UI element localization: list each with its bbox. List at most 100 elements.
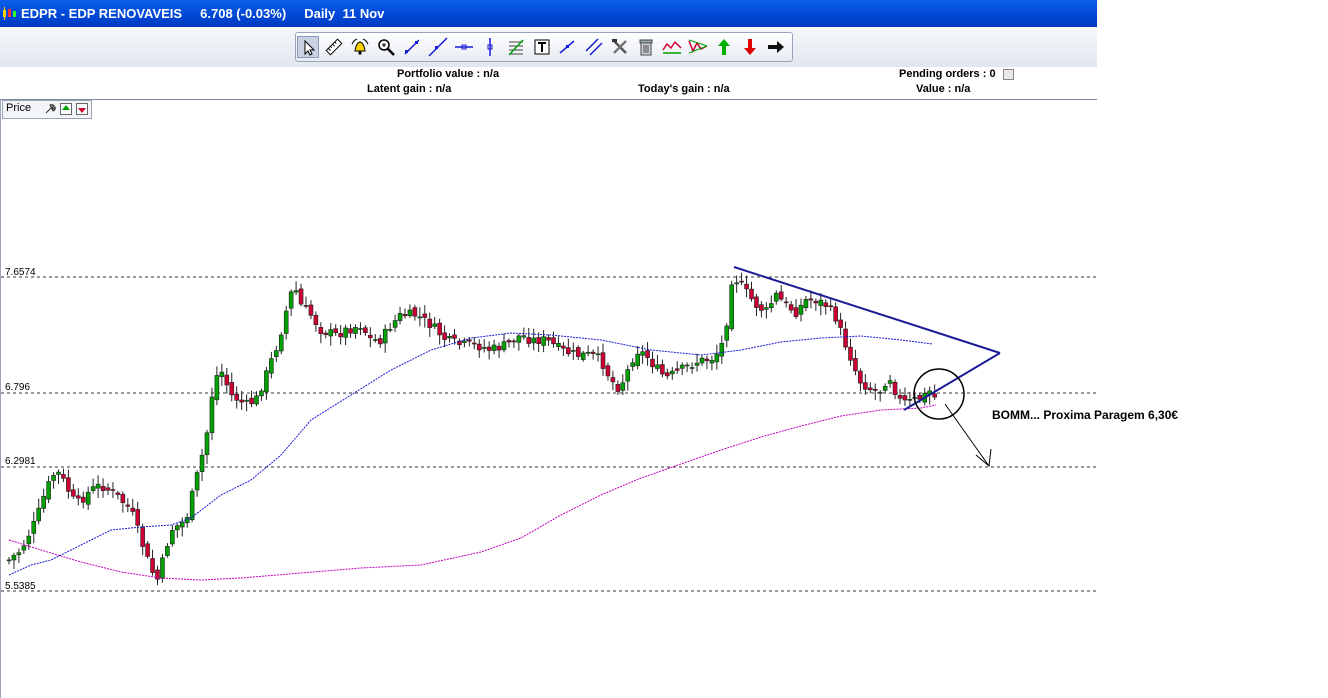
candle-body-129 [640, 351, 645, 356]
candle-body-28 [140, 527, 145, 547]
candle-body-104 [516, 335, 522, 343]
candle-body-38 [189, 490, 195, 520]
candle-body-171 [848, 346, 853, 361]
candle-body-80 [397, 313, 403, 321]
vertical-line-icon[interactable] [479, 36, 501, 58]
diagonal-line-icon[interactable] [427, 36, 449, 58]
price-panel-label: Price [6, 102, 32, 114]
candle-body-60 [298, 288, 304, 305]
candle-body-11 [56, 471, 61, 475]
cursor-arrow-icon[interactable] [297, 36, 319, 58]
price-chart-canvas[interactable] [1, 100, 1098, 698]
candle-body-42 [209, 396, 215, 434]
candle-body-160 [793, 307, 799, 317]
fibonacci-icon[interactable] [505, 36, 527, 58]
candle-body-58 [288, 291, 294, 309]
candle-body-34 [170, 530, 175, 545]
candle-body-178 [882, 385, 888, 391]
candle-body-93 [462, 340, 467, 343]
pattern-icon[interactable] [661, 36, 683, 58]
candle-body-32 [160, 557, 165, 579]
candle-body-146 [724, 325, 730, 341]
hammer-wrench-icon[interactable] [609, 36, 631, 58]
candle-body-53 [264, 370, 269, 393]
magnifier-icon[interactable] [375, 36, 397, 58]
candle-body-64 [318, 327, 324, 334]
candle-body-188 [932, 393, 937, 398]
candle-body-172 [853, 358, 858, 372]
bell-icon[interactable] [349, 36, 371, 58]
candle-body-164 [813, 300, 819, 304]
candle-body-165 [818, 299, 824, 306]
candle-body-131 [650, 358, 655, 368]
candle-body-51 [254, 395, 259, 405]
candle-body-18 [90, 486, 96, 491]
candle-body-79 [392, 320, 398, 328]
candle-body-22 [110, 489, 116, 491]
candle-body-153 [759, 304, 764, 311]
candle-body-30 [150, 558, 155, 573]
candle-body-118 [585, 351, 591, 354]
candle-body-157 [778, 291, 784, 300]
arrow-up-green-icon[interactable] [713, 36, 735, 58]
channel-icon[interactable] [557, 36, 579, 58]
candle-body-9 [46, 481, 51, 500]
level-label-2: 6.796 [5, 382, 31, 393]
candle-body-155 [768, 303, 774, 308]
candle-body-100 [496, 345, 502, 351]
arrow-down-red-icon[interactable] [739, 36, 761, 58]
candle-body-63 [313, 314, 319, 325]
candle-body-116 [575, 347, 581, 357]
candle-body-13 [66, 477, 71, 492]
candle-body-117 [580, 352, 586, 360]
candle-body-120 [595, 353, 601, 356]
expand-up-icon[interactable] [60, 103, 72, 115]
horizontal-line-icon[interactable] [453, 36, 475, 58]
candle-body-148 [734, 282, 739, 285]
orders-icon[interactable] [1003, 69, 1014, 80]
candle-body-119 [590, 351, 596, 354]
candle-body-36 [179, 521, 185, 528]
candle-body-1 [6, 559, 12, 562]
candle-body-97 [481, 347, 487, 349]
candle-body-115 [570, 350, 576, 352]
price-chart[interactable] [0, 100, 1098, 698]
candle-body-145 [719, 342, 725, 357]
level-label-4: 5.5385 [5, 581, 36, 592]
triangle-pattern-icon[interactable] [687, 36, 709, 58]
trash-icon[interactable] [635, 36, 657, 58]
parallel-lines-icon[interactable] [583, 36, 605, 58]
candle-body-45 [224, 374, 230, 386]
candle-body-10 [51, 475, 56, 481]
candle-body-136 [674, 368, 680, 371]
expand-down-icon[interactable] [76, 103, 88, 115]
trendline-icon[interactable] [401, 36, 423, 58]
candle-body-33 [165, 546, 170, 556]
candle-body-122 [605, 365, 611, 377]
price-panel-tab[interactable]: Price [2, 100, 92, 119]
candle-body-6 [31, 520, 37, 534]
text-icon[interactable] [531, 36, 553, 58]
candle-body-94 [467, 339, 472, 342]
candle-body-109 [541, 336, 546, 346]
candle-body-21 [105, 487, 111, 491]
candle-body-130 [645, 350, 650, 358]
candle-body-50 [249, 397, 254, 405]
wrench-icon[interactable] [44, 103, 56, 115]
candle-body-168 [833, 306, 838, 322]
arrow-right-icon[interactable] [765, 36, 787, 58]
candle-body-17 [85, 491, 91, 505]
candle-body-173 [858, 370, 863, 384]
candle-body-25 [125, 504, 131, 507]
candle-body-141 [699, 357, 705, 364]
candle-body-123 [610, 377, 616, 383]
candle-body-40 [199, 454, 205, 473]
candle-body-5 [26, 535, 32, 545]
candle-body-54 [269, 358, 274, 374]
candle-body-46 [229, 382, 235, 396]
candle-body-67 [333, 328, 339, 333]
window-title: EDPR - EDP RENOVAVEIS 6.708 (-0.03%) Dai… [21, 6, 385, 21]
candle-body-151 [749, 288, 754, 300]
ruler-icon[interactable] [323, 36, 345, 58]
chart-annotation: BOMM... Proxima Paragem 6,30€ [992, 408, 1179, 422]
